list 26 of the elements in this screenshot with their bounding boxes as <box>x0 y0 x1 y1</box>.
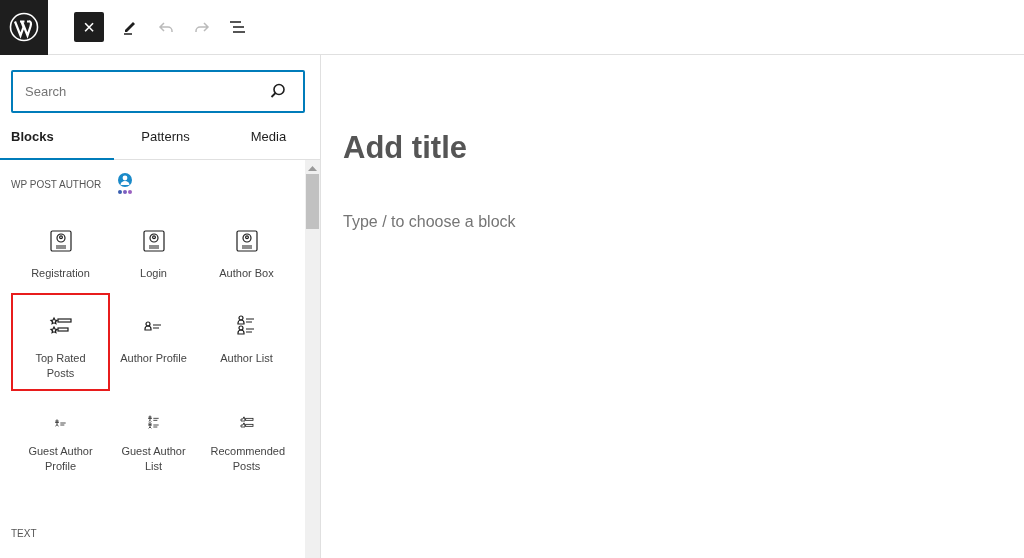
block-label: Guest Author Profile <box>27 444 94 474</box>
block-label: Recommended Posts <box>210 444 283 474</box>
tab[interactable]: Patterns <box>114 115 217 160</box>
badge-icon <box>234 229 259 253</box>
highlighted-block-item[interactable]: Top Rated Posts <box>11 293 110 391</box>
block-label: Registration <box>31 266 90 281</box>
block-input-field[interactable]: Type / to choose a block <box>343 213 1024 231</box>
scrollbar-thumb[interactable] <box>306 174 319 229</box>
section-title: WP POST AUTHOR <box>11 178 102 190</box>
title-field[interactable]: Add title <box>343 130 1024 166</box>
wordpress-logo <box>0 0 48 55</box>
tab[interactable]: Media <box>217 115 320 160</box>
block-label: Author Box <box>219 266 274 281</box>
block-label: Author List <box>220 351 273 366</box>
section-title: TEXT <box>11 527 37 539</box>
search-icon <box>269 82 287 100</box>
block-label: Guest Author List <box>120 444 187 474</box>
block-label: Login <box>140 266 167 281</box>
scroll-up-arrow-icon[interactable] <box>308 165 317 171</box>
tab[interactable]: Blocks <box>0 115 114 160</box>
block-label: Top Rated Posts <box>34 351 87 381</box>
block-label: Author Profile <box>120 351 187 366</box>
close-button[interactable]: × <box>74 12 104 42</box>
badge-icon <box>48 229 73 253</box>
search-field[interactable]: Search <box>11 70 305 113</box>
badge-icon <box>141 229 166 253</box>
